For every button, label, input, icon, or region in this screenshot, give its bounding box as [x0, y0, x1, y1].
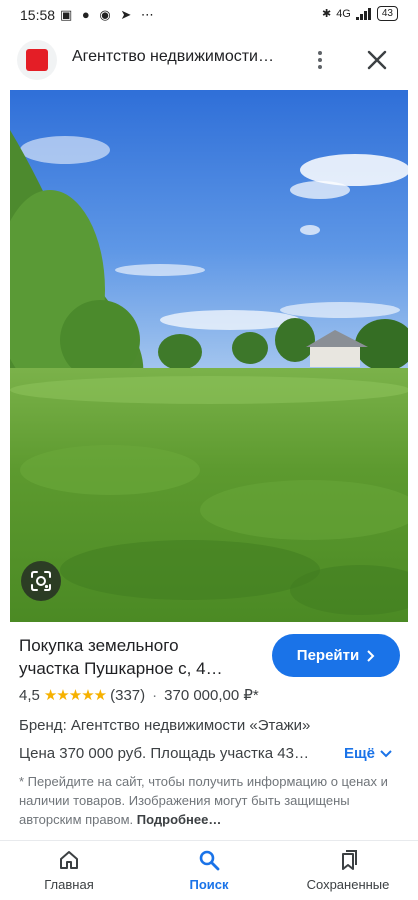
google-lens-button[interactable]: [21, 561, 61, 601]
home-icon: [60, 851, 78, 869]
disclaimer: * Перейдите на сайт, чтобы получить инфо…: [19, 772, 397, 829]
nav-saved-label: Сохраненные: [306, 877, 390, 892]
description-line: Цена 370 000 руб. Площадь участка 43…: [19, 745, 309, 762]
search-icon: [199, 850, 220, 871]
bookmarks-icon: [342, 850, 357, 870]
separator: ·: [152, 686, 158, 704]
sheet-header: Агентство недвижимости…: [0, 32, 418, 88]
close-button[interactable]: [362, 44, 392, 76]
nav-search[interactable]: Поиск: [154, 849, 264, 892]
more-vert-icon: [318, 51, 322, 55]
google-lens-icon: [31, 571, 51, 591]
visit-button-label: Перейти: [296, 647, 360, 664]
brand-line: Бренд: Агентство недвижимости «Этажи»: [19, 717, 311, 734]
bottom-navigation: Главная Поиск Сохраненные: [0, 840, 418, 900]
nav-saved[interactable]: Сохраненные: [293, 849, 403, 892]
nav-search-label: Поиск: [189, 877, 229, 892]
network-label: 4G: [336, 7, 351, 20]
product-photo[interactable]: [10, 90, 408, 622]
visit-site-button[interactable]: Перейти: [272, 634, 400, 677]
close-icon: [367, 50, 387, 70]
status-time: 15:58: [20, 7, 56, 23]
product-title[interactable]: Покупка земельного участка Пушкарное с, …: [19, 634, 259, 680]
battery-icon: 43: [376, 6, 398, 21]
site-logo: [17, 40, 57, 80]
landscape-image: [10, 90, 408, 622]
signal-icon: [355, 7, 371, 20]
product-title-line-1: Покупка земельного: [19, 636, 179, 655]
more-options-button[interactable]: [306, 44, 334, 76]
star-rating-icon: ★★★★★: [43, 687, 107, 704]
nav-home[interactable]: Главная: [14, 849, 124, 892]
chevron-right-icon: [367, 649, 375, 662]
rating-row: 4,5 ★★★★★ (337) · 370 000,00 ₽*: [19, 686, 259, 705]
chevron-down-icon: [380, 749, 392, 757]
notification-icons: ▣ ● ◉ ➤ ⋯: [60, 7, 157, 22]
status-indicators: ✱ 4G 43: [322, 6, 398, 21]
site-title: Агентство недвижимости…: [72, 48, 274, 65]
review-count[interactable]: (337): [110, 687, 145, 704]
more-link-label: Ещё: [344, 745, 376, 762]
learn-more-link[interactable]: Подробнее…: [137, 812, 222, 827]
product-title-line-2: участка Пушкарное с, 4…: [19, 659, 223, 678]
status-bar: 15:58 ▣ ● ◉ ➤ ⋯ ✱ 4G 43: [0, 0, 418, 32]
rating-value: 4,5: [19, 686, 40, 704]
price: 370 000,00 ₽*: [164, 687, 259, 704]
bluetooth-icon: ✱: [321, 8, 332, 20]
more-details-button[interactable]: Ещё: [344, 745, 392, 762]
etazhi-logo-icon: [26, 49, 48, 71]
nav-home-label: Главная: [44, 877, 94, 892]
